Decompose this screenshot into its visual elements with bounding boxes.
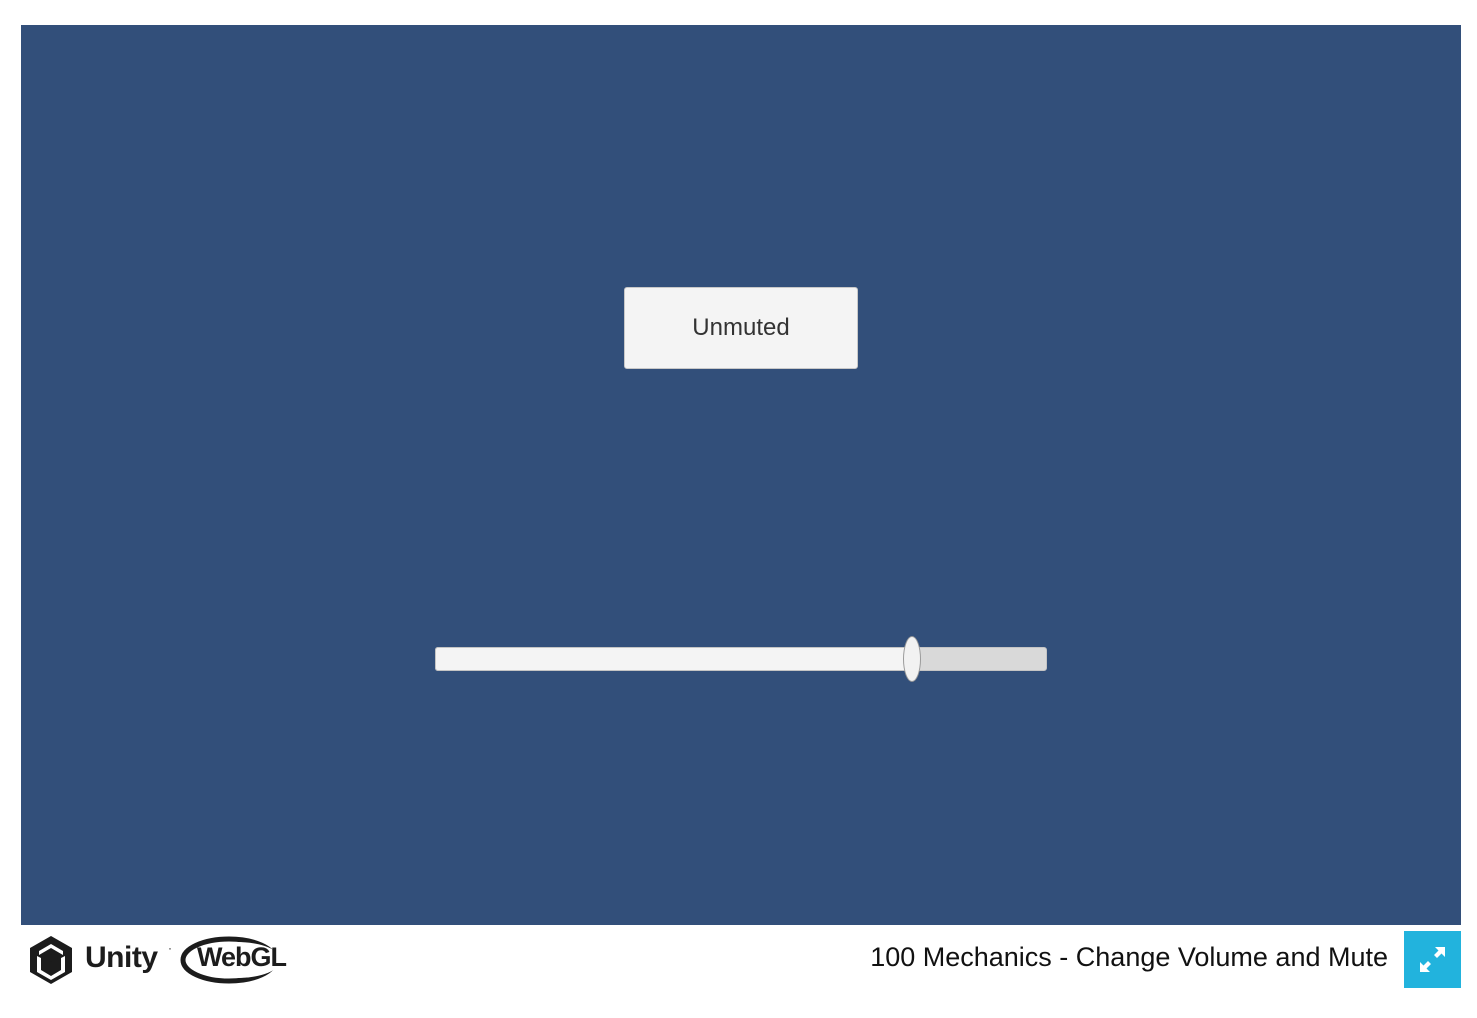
footer: Unity · WebGL 100 Mechanics - Change Vol…: [21, 925, 1461, 995]
webgl-logo-text: WebGL: [197, 942, 287, 972]
volume-slider[interactable]: [435, 636, 1047, 682]
fullscreen-icon: [1420, 947, 1445, 972]
slider-fill: [435, 647, 912, 671]
game-title: 100 Mechanics - Change Volume and Mute: [870, 942, 1388, 972]
mute-toggle-button[interactable]: Unmuted: [624, 287, 858, 369]
unity-logo-icon: [30, 936, 72, 984]
fullscreen-button[interactable]: [1404, 931, 1461, 988]
slider-handle[interactable]: [903, 636, 921, 682]
mute-button-label: Unmuted: [692, 314, 790, 341]
unity-logo-dot: ·: [168, 941, 172, 955]
unity-logo-text: Unity: [85, 941, 158, 974]
game-canvas[interactable]: Unmuted: [21, 25, 1461, 925]
